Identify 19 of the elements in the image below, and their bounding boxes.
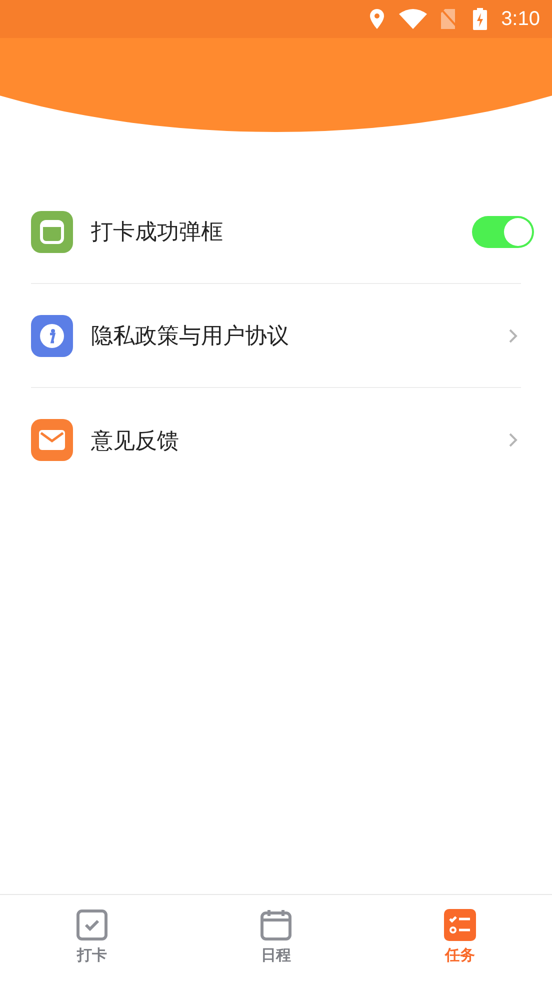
checkbox-icon <box>76 908 108 941</box>
chevron-right-icon[interactable] <box>508 328 518 344</box>
location-icon <box>369 9 386 29</box>
mail-icon <box>31 419 73 461</box>
info-icon <box>31 314 73 356</box>
chevron-right-icon[interactable] <box>508 432 518 448</box>
nav-tab[interactable]: 任务 <box>368 895 552 981</box>
setting-label: 隐私政策与用户协议 <box>91 322 290 350</box>
setting-label: 意见反馈 <box>91 426 180 454</box>
nav-tab[interactable]: 日程 <box>184 895 368 981</box>
status-time: 3:10 <box>501 7 540 32</box>
checklist-icon <box>444 908 476 941</box>
window-icon <box>31 210 73 252</box>
nav-tab[interactable]: 打卡 <box>0 895 184 981</box>
wifi-icon <box>399 9 428 29</box>
calendar-icon <box>260 908 292 941</box>
toggle-switch[interactable] <box>472 216 534 248</box>
setting-label: 打卡成功弹框 <box>91 218 224 246</box>
battery-charging-icon <box>473 8 488 30</box>
